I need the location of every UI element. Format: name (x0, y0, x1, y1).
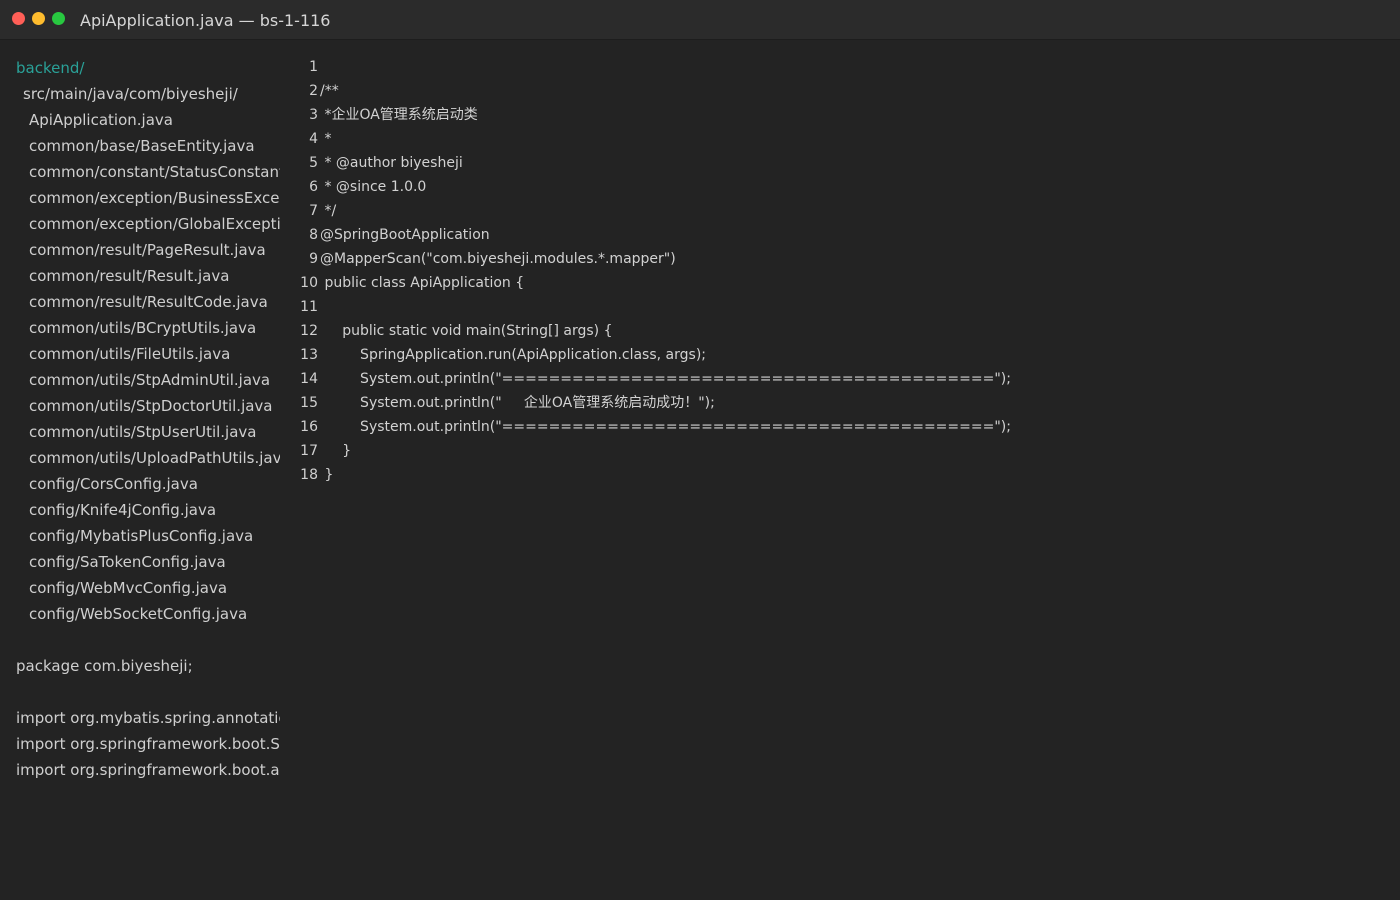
tree-file[interactable]: common/utils/StpAdminUtil.java (29, 367, 270, 393)
code-editor[interactable]: 1 2/** 3 *企业OA管理系统启动类 4 * 5 * @author bi… (280, 40, 1400, 900)
tree-file[interactable]: ApiApplication.java (29, 107, 173, 133)
tree-folder-src[interactable]: src/main/java/com/biyesheji/ (23, 81, 238, 107)
tree-file[interactable]: common/result/Result.java (29, 263, 229, 289)
tree-file[interactable]: common/utils/UploadPathUtils.java (29, 445, 280, 471)
preview-line: import org.springframework.boot.aut (16, 761, 280, 779)
line-text: System.out.println("====================… (320, 371, 1011, 387)
tree-file[interactable]: common/utils/FileUtils.java (29, 341, 230, 367)
file-sidebar: backend/ src/main/java/com/biyesheji/ Ap… (0, 40, 280, 900)
tree-file[interactable]: config/WebMvcConfig.java (29, 575, 227, 601)
tree-file[interactable]: config/WebSocketConfig.java (29, 601, 247, 627)
line-text: } (320, 467, 334, 483)
line-number: 1 (309, 59, 318, 75)
tree-folder-backend[interactable]: backend/ (16, 55, 84, 81)
line-text: System.out.println(" 企业OA管理系统启动成功！"); (320, 395, 715, 411)
line-text: * @author biyesheji (320, 155, 463, 171)
line-number: 3 (309, 107, 318, 123)
line-number: 16 (300, 419, 318, 435)
zoom-window-button[interactable] (52, 12, 65, 25)
line-number: 9 (309, 251, 318, 267)
tree-file[interactable]: common/exception/GlobalExceptionHandler.… (29, 211, 280, 237)
window-title: ApiApplication.java — bs-1-116 (80, 11, 331, 30)
line-number: 13 (300, 347, 318, 363)
tree-file[interactable]: common/base/BaseEntity.java (29, 133, 255, 159)
line-number: 12 (300, 323, 318, 339)
line-number: 5 (309, 155, 318, 171)
preview-line: import org.springframework.boot.Spr (16, 735, 280, 753)
minimize-window-button[interactable] (32, 12, 45, 25)
tree-file[interactable]: common/result/ResultCode.java (29, 289, 268, 315)
tree-file[interactable]: config/CorsConfig.java (29, 471, 198, 497)
line-number: 15 (300, 395, 318, 411)
line-text: @MapperScan("com.biyesheji.modules.*.map… (320, 251, 676, 267)
tree-file[interactable]: config/SaTokenConfig.java (29, 549, 226, 575)
line-number: 17 (300, 443, 318, 459)
line-number: 4 (309, 131, 318, 147)
line-number: 8 (309, 227, 318, 243)
line-text: } (320, 443, 352, 459)
line-number: 11 (300, 299, 318, 315)
tree-file[interactable]: common/constant/StatusConstant.java (29, 159, 280, 185)
close-window-button[interactable] (12, 12, 25, 25)
line-number: 6 (309, 179, 318, 195)
tree-file[interactable]: common/utils/BCryptUtils.java (29, 315, 256, 341)
preview-line: package com.biyesheji; (16, 657, 193, 675)
line-text: * @since 1.0.0 (320, 179, 427, 195)
tree-file[interactable]: common/utils/StpUserUtil.java (29, 419, 256, 445)
line-number: 10 (300, 275, 318, 291)
line-number: 2 (309, 83, 318, 99)
tree-file[interactable]: common/exception/BusinessException.java (29, 185, 280, 211)
preview-line: import org.mybatis.spring.annotation (16, 709, 280, 727)
line-text: /** (320, 83, 339, 99)
line-number: 7 (309, 203, 318, 219)
tree-file[interactable]: config/Knife4jConfig.java (29, 497, 216, 523)
line-text: SpringApplication.run(ApiApplication.cla… (320, 347, 706, 363)
line-number: 14 (300, 371, 318, 387)
line-number: 18 (300, 467, 318, 483)
line-text: */ (320, 203, 337, 219)
line-text: public static void main(String[] args) { (320, 323, 613, 339)
line-text: System.out.println("====================… (320, 419, 1011, 435)
line-text: *企业OA管理系统启动类 (320, 107, 478, 123)
line-text: @SpringBootApplication (320, 227, 490, 243)
tree-file[interactable]: config/MybatisPlusConfig.java (29, 523, 253, 549)
tree-file[interactable]: common/result/PageResult.java (29, 237, 266, 263)
line-text: * (320, 131, 332, 147)
line-text: public class ApiApplication { (320, 275, 525, 291)
title-bar: ApiApplication.java — bs-1-116 (0, 0, 1400, 40)
tree-file[interactable]: common/utils/StpDoctorUtil.java (29, 393, 273, 419)
